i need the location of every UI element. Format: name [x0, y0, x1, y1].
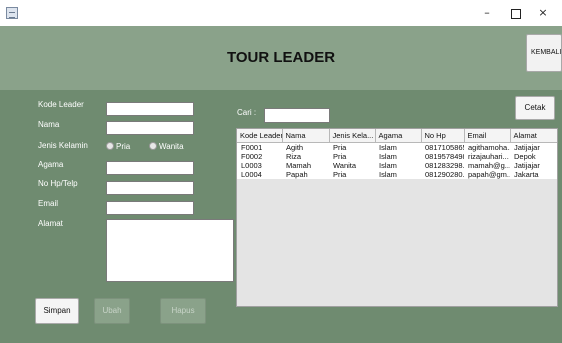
nama-label: Nama	[38, 120, 60, 129]
minimize-button[interactable]: –	[476, 5, 498, 21]
table-cell: agithamoha...	[464, 142, 510, 152]
maximize-button[interactable]	[504, 5, 526, 21]
table-cell: 0819578498	[421, 151, 464, 161]
table-cell: Islam	[375, 142, 421, 152]
no-hp-field[interactable]	[106, 181, 194, 195]
search-input[interactable]	[264, 108, 330, 123]
no-hp-label: No Hp/Telp	[38, 179, 78, 188]
table-cell: mamah@g...	[464, 160, 510, 170]
table-row[interactable]: L0003 Mamah Wanita Islam 081283298... ma…	[237, 160, 557, 170]
table-cell: Depok	[510, 151, 557, 161]
kode-leader-field[interactable]	[106, 102, 194, 116]
column-header-email[interactable]: Email	[464, 129, 511, 143]
table-cell: Islam	[375, 151, 421, 161]
table-cell: Jatijajar	[510, 142, 557, 152]
radio-pria-label: Pria	[116, 142, 131, 151]
table-cell: F0002	[237, 151, 282, 161]
app-icon	[6, 7, 18, 19]
alamat-label: Alamat	[38, 219, 63, 228]
column-header-nama[interactable]: Nama	[282, 129, 330, 143]
table-cell: Riza	[282, 151, 329, 161]
table-row[interactable]: L0004 Papah Pria Islam 081290280... papa…	[237, 169, 557, 179]
cetak-button[interactable]: Cetak	[515, 96, 555, 120]
table-cell: Pria	[329, 142, 375, 152]
jenis-kelamin-label: Jenis Kelamin	[38, 141, 88, 150]
table-cell: Wanita	[329, 160, 375, 170]
table-row[interactable]: F0002 Riza Pria Islam 0819578498 rizajau…	[237, 151, 557, 161]
agama-field[interactable]	[106, 161, 194, 175]
column-header-agama[interactable]: Agama	[375, 129, 422, 143]
table-cell: Jakarta	[510, 169, 557, 179]
page-title: TOUR LEADER	[226, 49, 336, 66]
back-button[interactable]: KEMBALI	[526, 34, 562, 72]
ubah-button[interactable]: Ubah	[94, 298, 130, 324]
radio-wanita-label: Wanita	[159, 142, 184, 151]
table-cell: F0001	[237, 142, 282, 152]
column-header-no-hp[interactable]: No Hp	[421, 129, 465, 143]
column-header-alamat[interactable]: Alamat	[510, 129, 557, 143]
simpan-button[interactable]: Simpan	[35, 298, 79, 324]
hapus-button[interactable]: Hapus	[160, 298, 206, 324]
table-header-row: Kode Leader Nama Jenis Kela... Agama No …	[237, 129, 557, 143]
email-field[interactable]	[106, 201, 194, 215]
table-cell: Islam	[375, 160, 421, 170]
table-cell: Islam	[375, 169, 421, 179]
table-cell: 081290280...	[421, 169, 464, 179]
window-titlebar: – ×	[0, 0, 562, 26]
table-cell: Agith	[282, 142, 329, 152]
table-cell: papah@gm...	[464, 169, 510, 179]
email-label: Email	[38, 199, 59, 208]
table-cell: rizajauhari...	[464, 151, 510, 161]
table-cell: Pria	[329, 169, 375, 179]
table-cell: 0817105865	[421, 142, 464, 152]
agama-label: Agama	[38, 160, 64, 169]
close-button[interactable]: ×	[532, 5, 554, 21]
search-label: Cari :	[237, 108, 257, 117]
table-cell: Jatijajar	[510, 160, 557, 170]
table-cell: Mamah	[282, 160, 329, 170]
column-header-kode-leader[interactable]: Kode Leader	[237, 129, 283, 143]
nama-field[interactable]	[106, 121, 194, 135]
column-header-jenis-kelamin[interactable]: Jenis Kela...	[329, 129, 376, 143]
table-cell: Papah	[282, 169, 329, 179]
alamat-textarea[interactable]	[106, 219, 234, 282]
table-cell: 081283298...	[421, 160, 464, 170]
table-row[interactable]: F0001 Agith Pria Islam 0817105865 agitha…	[237, 142, 557, 152]
kode-leader-label: Kode Leader	[38, 100, 84, 109]
radio-pria[interactable]	[106, 142, 114, 150]
table-cell: L0003	[237, 160, 282, 170]
radio-wanita[interactable]	[149, 142, 157, 150]
table-cell: L0004	[237, 169, 282, 179]
leader-table[interactable]: Kode Leader Nama Jenis Kela... Agama No …	[236, 128, 558, 307]
table-cell: Pria	[329, 151, 375, 161]
